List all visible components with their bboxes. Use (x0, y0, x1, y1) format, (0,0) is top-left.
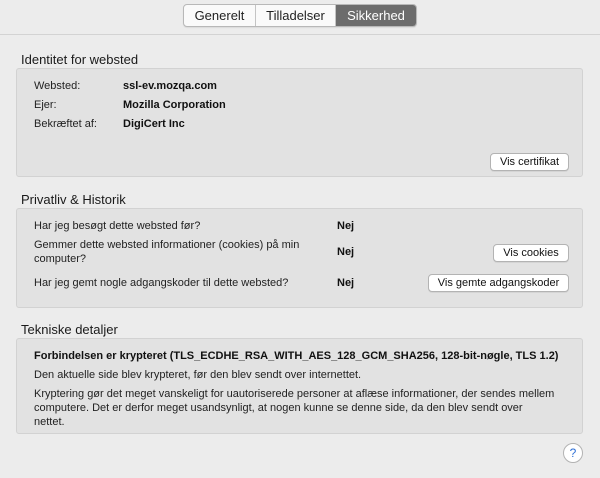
divider (0, 34, 600, 35)
verified-by-value: DigiCert Inc (123, 118, 185, 130)
identity-section-title: Identitet for websted (21, 52, 139, 67)
encryption-paragraph-line1: Kryptering gør det meget vanskeligt for … (34, 388, 555, 400)
encryption-paragraph-line3: nettet. (34, 416, 65, 428)
cookies-question-line2: computer? (34, 253, 86, 265)
passwords-answer: Nej (337, 277, 355, 289)
technical-section-title: Tekniske detaljer (21, 322, 118, 337)
encryption-paragraph-line2: computere. Det er derfor meget usandsynl… (34, 402, 523, 414)
website-label: Websted: (34, 80, 81, 92)
verified-by-label: Bekræftet af: (34, 118, 97, 130)
tab-permissions[interactable]: Tilladelser (256, 5, 336, 26)
visited-question: Har jeg besøgt dette websted før? (34, 220, 201, 232)
owner-label: Ejer: (34, 99, 57, 111)
help-button[interactable]: ? (563, 443, 583, 463)
privacy-section-title: Privatliv & Historik (21, 192, 126, 207)
owner-value: Mozilla Corporation (123, 99, 226, 111)
tab-bar: Generelt Tilladelser Sikkerhed (183, 4, 417, 27)
visited-answer: Nej (337, 220, 355, 232)
tab-security[interactable]: Sikkerhed (336, 5, 416, 26)
cookies-answer: Nej (337, 246, 355, 258)
view-saved-passwords-button[interactable]: Vis gemte adgangskoder (428, 274, 569, 292)
website-value: ssl-ev.mozqa.com (123, 80, 217, 92)
passwords-question: Har jeg gemt nogle adgangskoder til dett… (34, 277, 289, 289)
technical-box: Forbindelsen er krypteret (TLS_ECDHE_RSA… (16, 338, 583, 434)
identity-box: Websted: ssl-ev.mozqa.com Ejer: Mozilla … (16, 68, 583, 177)
privacy-box: Har jeg besøgt dette websted før? Nej Ge… (16, 208, 583, 308)
connection-encrypted-headline: Forbindelsen er krypteret (TLS_ECDHE_RSA… (34, 350, 559, 362)
encryption-info-line: Den aktuelle side blev krypteret, før de… (34, 369, 362, 381)
tab-general[interactable]: Generelt (184, 5, 256, 26)
view-cookies-button[interactable]: Vis cookies (493, 244, 569, 262)
view-certificate-button[interactable]: Vis certifikat (490, 153, 569, 171)
cookies-question-line1: Gemmer dette websted informationer (cook… (34, 239, 300, 251)
